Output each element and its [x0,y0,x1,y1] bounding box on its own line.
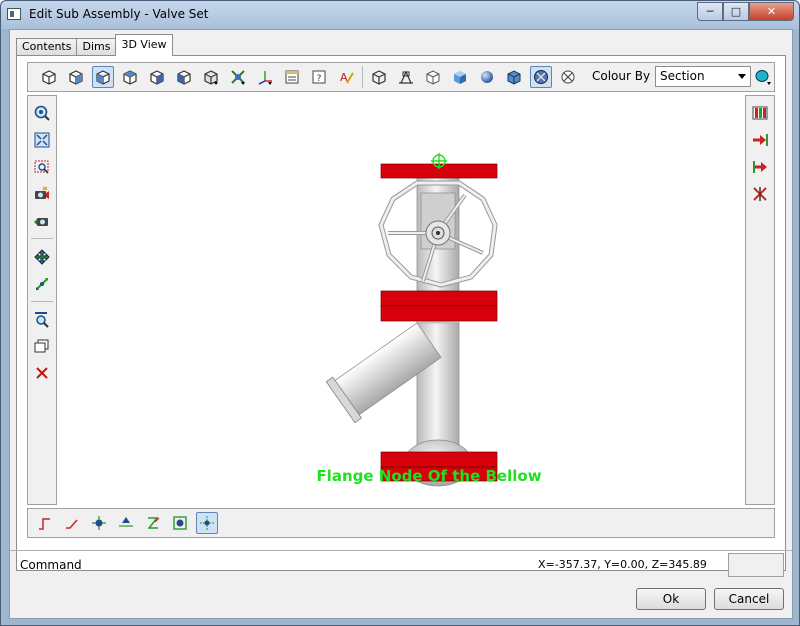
tab-contents[interactable]: Contents [16,38,78,56]
slope-line-icon[interactable] [61,512,83,534]
zoom-target-icon[interactable] [31,102,53,124]
view-iso-5-icon[interactable] [146,66,168,88]
ok-button[interactable]: Ok [636,588,706,610]
toolbar-separator [31,238,53,239]
svg-text:?: ? [317,74,322,84]
zoom-icon[interactable] [31,308,53,330]
cursor-coordinates: X=-357.37, Y=0.00, Z=345.89 [538,558,707,571]
remove-node-icon[interactable] [749,183,771,205]
maximize-button[interactable]: □ [723,2,749,21]
copy-view-icon[interactable] [31,335,53,357]
zoom-window-icon[interactable] [31,156,53,178]
columns-icon[interactable] [749,102,771,124]
navigation-toolbar [27,95,57,505]
chevron-down-icon [738,74,746,79]
command-label: Command [20,558,82,572]
view-iso-3-icon[interactable] [92,66,114,88]
camera-save-icon[interactable] [31,183,53,205]
close-button[interactable]: ✕ [749,2,794,21]
view-iso-1-icon[interactable] [38,66,60,88]
view-iso-4-icon[interactable] [119,66,141,88]
toolbar-separator [362,66,363,88]
help-icon[interactable]: ? [308,66,330,88]
window-title: Edit Sub Assembly - Valve Set [29,7,209,21]
layer-toolbar [745,95,775,505]
node-up-icon[interactable] [115,512,137,534]
drawing-toolbar [27,508,775,538]
move-right-icon[interactable] [749,129,771,151]
shaded-edges-icon[interactable] [530,66,552,88]
colour-by-value: Section [660,69,705,83]
outline-icon[interactable] [422,66,444,88]
snap-icon[interactable] [227,66,249,88]
insert-right-icon[interactable] [749,156,771,178]
middle-flange [380,290,498,322]
properties-icon[interactable] [281,66,303,88]
axes-icon[interactable] [254,66,276,88]
step-line-icon[interactable] [34,512,56,534]
status-panel [728,553,784,577]
valve-assembly-drawing [325,153,498,533]
3d-viewport[interactable]: Flange Node Of the Bellow [59,95,743,533]
rotate-icon[interactable] [31,273,53,295]
cancel-button[interactable]: Cancel [714,588,784,610]
hidden-line-icon[interactable] [395,66,417,88]
toolbar-separator [31,301,53,302]
tab-3d-view[interactable]: 3D View [115,34,173,56]
view-iso-6-icon[interactable] [173,66,195,88]
dialog-client: Contents Dims 3D View ? A Colour By Sect… [9,29,793,619]
pan-icon[interactable] [31,246,53,268]
colour-by-label: Colour By [592,69,651,83]
tab-strip: Contents Dims 3D View [16,34,173,56]
shaded-icon[interactable] [449,66,471,88]
sphere-icon[interactable] [476,66,498,88]
view-iso-2-icon[interactable] [65,66,87,88]
colour-by-select[interactable]: Section [655,66,751,87]
zigzag-icon[interactable] [142,512,164,534]
cube-icon[interactable] [503,66,525,88]
colour-swatch-icon[interactable] [752,66,774,88]
text-style-icon[interactable]: A [335,66,357,88]
node-cross-icon[interactable] [196,512,218,534]
status-bar: Command X=-357.37, Y=0.00, Z=345.89 [10,550,792,578]
wireframe-icon[interactable] [368,66,390,88]
view-iso-7-icon[interactable] [200,66,222,88]
minimize-button[interactable]: ─ [697,2,723,21]
delete-icon[interactable] [31,362,53,384]
node-target-icon[interactable] [169,512,191,534]
camera-restore-icon[interactable] [31,210,53,232]
edit-sub-assembly-window: Edit Sub Assembly - Valve Set ─ □ ✕ Cont… [0,0,800,626]
view-toolbar: ? A Colour By Section [27,62,775,92]
node-align-icon[interactable] [88,512,110,534]
title-bar[interactable]: Edit Sub Assembly - Valve Set ─ □ ✕ [1,1,799,29]
window-icon [7,8,21,20]
3d-view-page: ? A Colour By Section Flange Node Of the… [16,55,786,571]
no-render-icon[interactable] [557,66,579,88]
flange-node-annotation: Flange Node Of the Bellow [316,467,542,485]
tab-dims[interactable]: Dims [76,38,117,56]
zoom-extents-icon[interactable] [31,129,53,151]
